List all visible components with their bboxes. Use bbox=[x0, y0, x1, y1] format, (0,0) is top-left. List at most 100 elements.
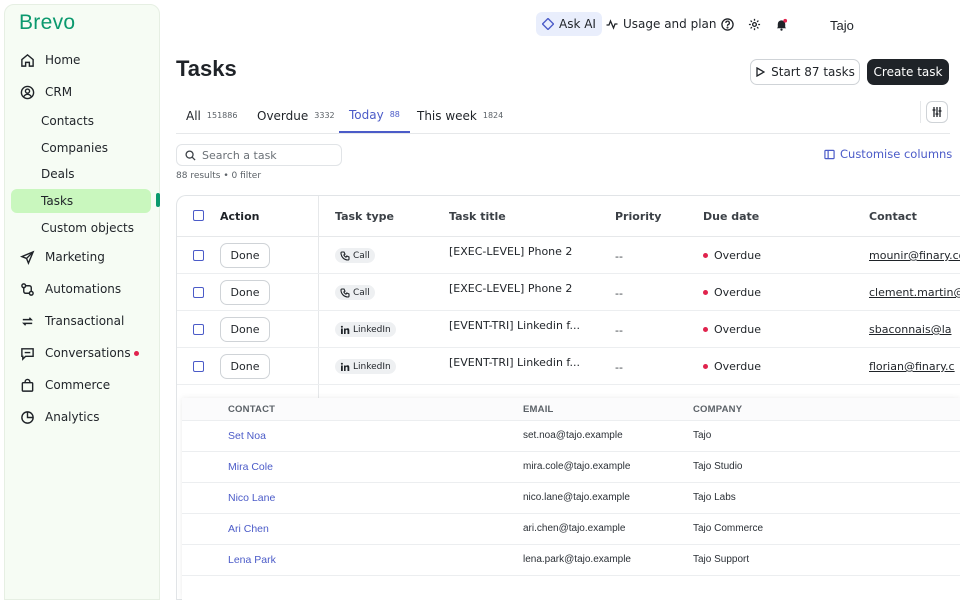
start-tasks-button[interactable]: Start 87 tasks bbox=[750, 59, 860, 85]
tab-count: 151886 bbox=[206, 111, 238, 120]
popover-row[interactable]: Nico Lane nico.lane@tajo.example Tajo La… bbox=[182, 483, 960, 514]
sidebar-item-conversations[interactable]: Conversations bbox=[15, 341, 153, 365]
popover-row[interactable]: Lena Park lena.park@tajo.example Tajo Su… bbox=[182, 545, 960, 576]
popover-column-email: EMAIL bbox=[523, 404, 554, 415]
task-due-date: Overdue bbox=[703, 360, 761, 373]
sidebar-item-label: Marketing bbox=[45, 250, 105, 264]
task-title[interactable]: [EXEC-LEVEL] Phone 2 bbox=[449, 282, 581, 295]
column-header-contact[interactable]: Contact bbox=[869, 210, 917, 223]
column-header-due-date[interactable]: Due date bbox=[703, 210, 759, 223]
popover-row[interactable]: Mira Cole mira.cole@tajo.example Tajo St… bbox=[182, 452, 960, 483]
contact-company: Tajo Support bbox=[693, 554, 750, 565]
sidebar-subitem-contacts[interactable]: Contacts bbox=[11, 109, 151, 133]
task-priority: -- bbox=[615, 250, 623, 263]
task-type-badge: LinkedIn bbox=[335, 322, 396, 337]
table-row[interactable]: Done LinkedIn [EVENT-TRI] Linkedin f... … bbox=[177, 311, 960, 348]
contact-link[interactable]: sbaconnais@la bbox=[869, 323, 960, 336]
contacts-popover: CONTACT EMAIL COMPANY Set Noa set.noa@ta… bbox=[182, 398, 960, 600]
help-icon[interactable] bbox=[720, 17, 734, 31]
contact-email: mira.cole@tajo.example bbox=[523, 461, 631, 472]
sidebar-item-home[interactable]: Home bbox=[15, 48, 153, 72]
due-label: Overdue bbox=[714, 286, 761, 299]
column-header-priority[interactable]: Priority bbox=[615, 210, 661, 223]
task-title[interactable]: [EXEC-LEVEL] Phone 2 bbox=[449, 245, 581, 258]
sidebar-item-crm[interactable]: CRM bbox=[15, 80, 153, 104]
contact-link[interactable]: florian@finary.c bbox=[869, 360, 960, 373]
contact-company: Tajo Labs bbox=[693, 492, 736, 503]
ask-ai-button[interactable]: Ask AI bbox=[536, 12, 602, 36]
row-checkbox[interactable] bbox=[193, 324, 204, 335]
sidebar-subitem-deals[interactable]: Deals bbox=[11, 162, 151, 186]
row-checkbox[interactable] bbox=[193, 287, 204, 298]
overdue-dot bbox=[703, 253, 708, 258]
sidebar-item-label: Conversations bbox=[45, 346, 131, 360]
customise-columns-button[interactable]: Customise columns bbox=[824, 147, 952, 161]
task-priority: -- bbox=[615, 324, 623, 337]
task-title[interactable]: [EVENT-TRI] Linkedin f... bbox=[449, 356, 581, 369]
contact-company: Tajo Studio bbox=[693, 461, 743, 472]
sidebar-item-label: Analytics bbox=[45, 410, 100, 424]
contact-name-link[interactable]: Mira Cole bbox=[228, 461, 273, 473]
contact-link[interactable]: mounir@finary.com bbox=[869, 249, 960, 262]
account-name[interactable]: Tajo bbox=[830, 18, 854, 33]
contact-link[interactable]: clement.martin@ bbox=[869, 286, 960, 299]
tab-this-week[interactable]: This week 1824 bbox=[407, 98, 513, 133]
contact-name-link[interactable]: Nico Lane bbox=[228, 492, 275, 504]
overdue-dot bbox=[703, 364, 708, 369]
activity-icon bbox=[606, 19, 618, 30]
row-checkbox[interactable] bbox=[193, 250, 204, 261]
task-title[interactable]: [EVENT-TRI] Linkedin f... bbox=[449, 319, 581, 332]
task-due-date: Overdue bbox=[703, 286, 761, 299]
sidebar-item-marketing[interactable]: Marketing bbox=[15, 245, 153, 269]
search-input[interactable] bbox=[202, 148, 332, 162]
task-type-badge: LinkedIn bbox=[335, 359, 396, 374]
sidebar-subitem-companies[interactable]: Companies bbox=[11, 136, 151, 160]
linkedin-icon bbox=[340, 362, 350, 371]
bag-icon bbox=[19, 377, 35, 393]
sidebar: Brevo Home CRM Contacts Companies Deals … bbox=[4, 4, 160, 600]
usage-and-plan-button[interactable]: Usage and plan bbox=[606, 12, 717, 36]
task-priority: -- bbox=[615, 361, 623, 374]
sidebar-item-automations[interactable]: Automations bbox=[15, 277, 153, 301]
ask-ai-label: Ask AI bbox=[559, 17, 596, 31]
overdue-dot bbox=[703, 327, 708, 332]
sidebar-item-commerce[interactable]: Commerce bbox=[15, 373, 153, 397]
columns-icon bbox=[824, 149, 835, 159]
done-button[interactable]: Done bbox=[220, 243, 270, 268]
tab-overdue[interactable]: Overdue 3332 bbox=[247, 98, 345, 133]
popover-row[interactable]: Ari Chen ari.chen@tajo.example Tajo Comm… bbox=[182, 514, 960, 545]
contact-email: ari.chen@tajo.example bbox=[523, 523, 626, 534]
column-header-task-title[interactable]: Task title bbox=[449, 210, 506, 223]
table-row[interactable]: Done Call [EXEC-LEVEL] Phone 2 -- Overdu… bbox=[177, 237, 960, 274]
bell-icon[interactable] bbox=[774, 17, 788, 31]
sidebar-subitem-custom-objects[interactable]: Custom objects bbox=[11, 216, 151, 240]
done-button[interactable]: Done bbox=[220, 354, 270, 379]
task-type-badge: Call bbox=[335, 285, 375, 300]
sidebar-subitem-tasks[interactable]: Tasks bbox=[11, 189, 151, 213]
row-checkbox[interactable] bbox=[193, 361, 204, 372]
table-row[interactable]: Done LinkedIn [EVENT-TRI] Linkedin f... … bbox=[177, 348, 960, 385]
search-field[interactable] bbox=[176, 144, 342, 166]
done-button[interactable]: Done bbox=[220, 317, 270, 342]
popover-row[interactable]: Set Noa set.noa@tajo.example Tajo bbox=[182, 421, 960, 452]
select-all-checkbox[interactable] bbox=[193, 210, 204, 221]
contact-name-link[interactable]: Set Noa bbox=[228, 430, 266, 442]
contact-company: Tajo Commerce bbox=[693, 523, 764, 534]
table-row[interactable]: Done Call [EXEC-LEVEL] Phone 2 -- Overdu… bbox=[177, 274, 960, 311]
filter-settings-button[interactable] bbox=[926, 101, 948, 123]
sidebar-item-transactional[interactable]: Transactional bbox=[15, 309, 153, 333]
tab-all[interactable]: All 151886 bbox=[176, 98, 247, 133]
tab-today[interactable]: Today 88 bbox=[339, 98, 410, 133]
sidebar-item-label: CRM bbox=[45, 85, 73, 99]
contact-name-link[interactable]: Ari Chen bbox=[228, 523, 269, 535]
linkedin-icon bbox=[340, 325, 350, 334]
sidebar-item-analytics[interactable]: Analytics bbox=[15, 405, 153, 429]
create-task-button[interactable]: Create task bbox=[867, 59, 949, 85]
gear-icon[interactable] bbox=[747, 17, 761, 31]
done-button[interactable]: Done bbox=[220, 280, 270, 305]
notification-dot bbox=[134, 350, 139, 356]
contact-name-link[interactable]: Lena Park bbox=[228, 554, 276, 566]
brevo-logo[interactable]: Brevo bbox=[19, 11, 75, 35]
results-summary: 88 results • 0 filter bbox=[176, 171, 262, 181]
column-header-task-type[interactable]: Task type bbox=[335, 210, 394, 223]
